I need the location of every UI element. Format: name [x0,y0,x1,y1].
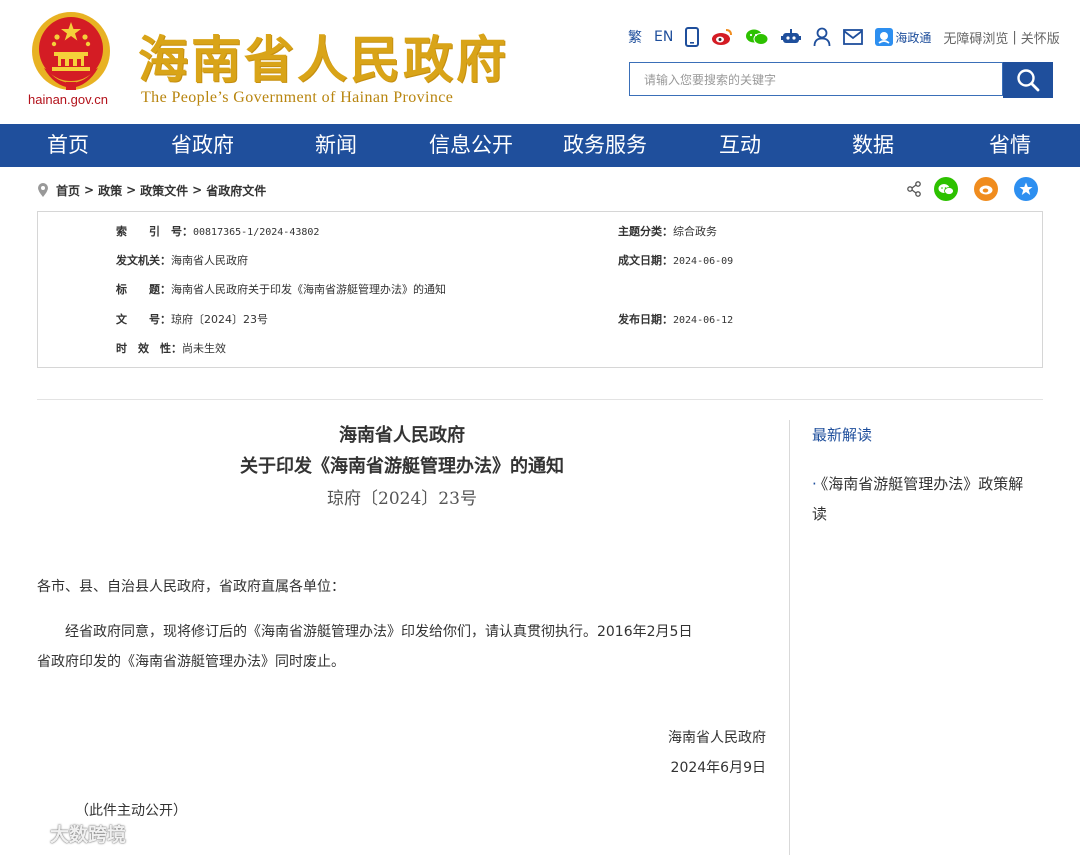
sidebar-divider [789,420,790,855]
search-button[interactable] [1003,62,1053,98]
document-title-value: 海南省人民政府关于印发《海南省游艇管理办法》的通知 [171,283,446,296]
english-link[interactable]: EN [654,29,673,45]
sidebar-title: 最新解读 [812,426,873,444]
article-issuer: 海南省人民政府 [339,425,465,446]
document-number-label: 文 号： [116,313,171,326]
validity-label: 时 效 性： [116,342,182,355]
toolbar-separator: | [1012,29,1017,45]
weibo-icon [974,177,998,201]
validity-value: 尚未生效 [182,342,226,355]
share-wechat-button[interactable] [934,176,958,202]
drafting-date-label: 成文日期： [618,254,673,267]
care-mode-link[interactable]: 关怀版 [1021,28,1060,47]
robot-icon[interactable] [781,28,802,46]
article-title: 关于印发《海南省游艇管理办法》的通知 [240,456,564,477]
watermark-text: 大数跨境 [50,824,127,846]
breadcrumb-separator: > [84,183,95,197]
nav-news[interactable]: 新闻 [296,124,376,167]
article-body-line: 省政府印发的《海南省游艇管理办法》同时废止。 [37,654,345,670]
star-icon [1014,177,1038,201]
haizhengtong-link[interactable]: 海政通 [875,28,931,46]
sidebar-interpretation-link[interactable]: · 《海南省游艇管理办法》政策解 读 [812,469,1047,529]
breadcrumb-policy-documents[interactable]: 政策文件 [140,182,188,199]
search-icon [1017,69,1040,92]
accessible-link[interactable]: 无障碍浏览 [943,28,1008,47]
traditional-chinese-link[interactable]: 繁 [628,27,642,47]
location-pin-icon [38,183,48,197]
user-icon[interactable] [813,27,831,47]
mobile-icon[interactable] [685,27,700,47]
breadcrumb: 首页 > 政策 > 政策文件 > 省政府文件 [38,180,266,200]
haizhengtong-icon [875,28,894,46]
document-title-label: 标 题： [116,283,171,296]
weibo-icon[interactable] [711,28,733,46]
index-number-value: 00817365-1/2024-43802 [193,227,320,238]
article-body: 经省政府同意，现将修订后的《海南省游艇管理办法》印发给你们，请认真贯彻执行。20… [37,617,772,677]
article-signature: 海南省人民政府 [668,730,766,746]
nav-info-disclosure[interactable]: 信息公开 [420,124,522,167]
add-favorite-button[interactable] [1014,176,1038,202]
article-body-line: 经省政府同意，现将修订后的《海南省游艇管理办法》印发给你们，请认真贯彻执行。20… [65,624,693,640]
list-bullet: · [812,475,817,493]
index-number-label: 索 引 号： [116,225,193,238]
wechat-icon[interactable] [745,28,769,46]
article-date: 2024年6月9日 [670,760,766,776]
topic-category-label: 主题分类： [618,225,673,238]
site-subtitle: The People’s Government of Hainan Provin… [141,89,454,106]
nav-data[interactable]: 数据 [833,124,913,167]
nav-home[interactable]: 首页 [28,124,108,167]
nav-provincial-government[interactable]: 省政府 [160,124,245,167]
search-box [629,62,1003,96]
wechat-icon [934,177,958,201]
share-icon[interactable] [906,176,922,202]
nav-province-overview[interactable]: 省情 [970,124,1050,167]
nav-government-services[interactable]: 政务服务 [554,124,656,167]
breadcrumb-separator: > [192,183,203,197]
mail-icon[interactable] [843,29,864,45]
publish-date-value: 2024-06-12 [673,315,734,326]
article-doc-number: 琼府〔2024〕23号 [327,489,477,509]
document-metadata: 索 引 号：00817365-1/2024-43802 主题分类：综合政务 发文… [37,211,1043,368]
share-weibo-button[interactable] [974,176,998,202]
content-divider [37,399,1043,400]
haizhengtong-label: 海政通 [895,30,932,45]
sidebar-link-text: 读 [812,505,828,523]
issuing-authority-value: 海南省人民政府 [171,254,248,267]
document-number-value: 琼府〔2024〕23号 [171,313,268,326]
breadcrumb-separator: > [126,183,137,197]
site-domain: hainan.gov.cn [28,92,108,107]
site-header: hainan.gov.cn 海南省人民政府 The People’s Gover… [0,0,1080,124]
nav-interaction[interactable]: 互动 [700,124,780,167]
topic-category-value: 综合政务 [673,225,717,238]
sidebar-link-text: 《海南省游艇管理办法》政策解 [820,475,1024,493]
breadcrumb-home[interactable]: 首页 [56,182,80,199]
search-input[interactable] [642,64,986,96]
publish-date-label: 发布日期： [618,313,673,326]
drafting-date-value: 2024-06-09 [673,256,734,267]
watermark: 大数跨境 [10,820,126,847]
site-title[interactable]: 海南省人民政府 [138,20,509,92]
article-salutation: 各市、县、自治县人民政府，省政府直属各单位： [37,579,345,595]
header-toolbar: 繁 EN 海政通 无障碍浏览 | 关怀版 [628,24,1060,50]
national-emblem-icon[interactable] [30,10,112,92]
watermark-logo-icon [11,825,50,842]
issuing-authority-label: 发文机关： [116,254,171,267]
breadcrumb-policy[interactable]: 政策 [98,182,122,199]
main-nav: 首页 省政府 新闻 信息公开 政务服务 互动 数据 省情 [0,124,1080,167]
breadcrumb-provincial-documents[interactable]: 省政府文件 [206,182,266,199]
